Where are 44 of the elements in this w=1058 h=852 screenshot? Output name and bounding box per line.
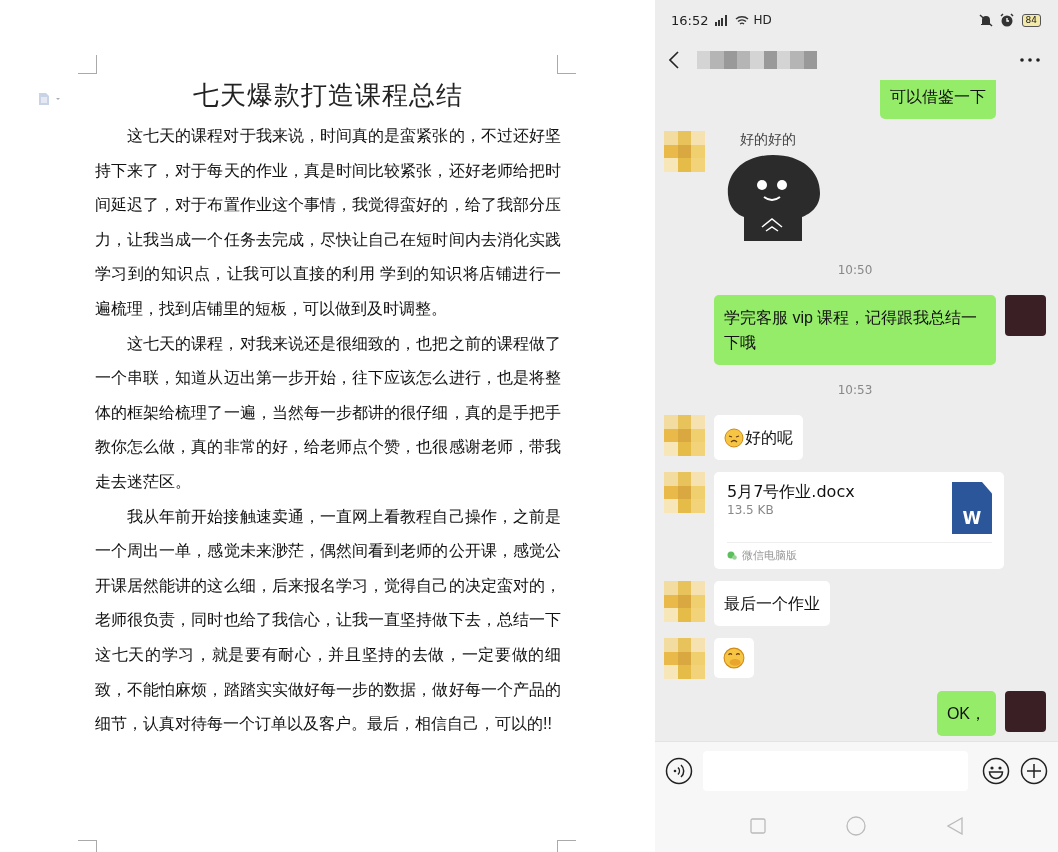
message-bubble: OK， [936,691,996,736]
emoji-icon[interactable] [982,757,1010,785]
paragraph: 这七天的课程，对我来说还是很细致的，也把之前的课程做了一个串联，知道从迈出第一步开始，往下应该怎么进行，也是将整体的框架给梳理了一遍，当然每一步都讲的很仔细，真的是手把手教你怎么做，真的非常的好，给老师点个赞，也很感谢老师，带我走去迷茫区。 [95,333,561,492]
blurred-avatar[interactable] [664,131,705,172]
margin-corner-mark [78,55,97,74]
message-bubble: 好的呢 [714,415,803,460]
file-size: 13.5 KB [727,503,775,517]
alarm-icon [999,13,1014,27]
muted-bell-icon [978,13,993,27]
message-time: 10:50 [836,263,874,277]
voice-icon[interactable] [665,757,693,785]
paragraph: 我从年前开始接触速卖通，一直网上看教程自己操作，之前是一个周出一单，感觉未来渺茫，偶然间看到老师的公开课，感觉公开课居然能讲的这么细，后来报名学习，觉得自己的决定蛮对的，老师很负责，同时也给了我信心，让我一直坚持做下去，总结一下这七天的学习，就是要有耐心，并且坚持的去做，一定要做的细致，不能怕麻烦，踏踏实实做好每一步的数据，做好每一个产品的细节，认真对待每一个订单以及客户。最后，相信自己，可以的!! [95,506,561,735]
file-card[interactable]: 5月7号作业.docx 13.5 KB W 微信电脑版 [714,472,1004,569]
chat-app-icon [727,551,737,560]
word-file-icon: W [952,482,992,534]
battery-indicator: 84 [1021,13,1041,27]
document-menu-icon[interactable] [38,93,62,105]
photo-placeholder[interactable] [1005,295,1046,336]
emoji-icon [724,427,744,448]
signal-icon [715,14,729,26]
back-nav-icon[interactable] [946,817,963,835]
status-time: 16:52 [671,12,709,28]
message-bubble: 学完客服 vip 课程，记得跟我总结一下哦 [714,295,996,365]
margin-corner-mark [557,55,576,74]
recent-apps-icon[interactable] [750,818,767,834]
blurred-avatar[interactable] [664,638,705,679]
add-icon[interactable] [1020,757,1048,785]
message-bubble: 可以借鉴一下 [880,80,996,119]
wifi-icon [735,14,750,26]
network-label: HD [753,13,772,27]
message-time: 10:53 [836,383,874,397]
home-icon[interactable] [846,816,867,836]
blurred-avatar[interactable] [664,472,705,513]
message-bubble: 最后一个作业 [714,581,830,626]
document-title: 七天爆款打造课程总结 [192,80,464,112]
file-name: 5月7号作业.docx [727,482,855,503]
blurred-avatar[interactable] [664,581,705,622]
sticker-caption: 好的好的 [739,131,796,149]
blurred-avatar[interactable] [664,415,705,456]
photo-placeholder[interactable] [1005,691,1046,732]
file-source: 微信电脑版 [742,548,797,563]
more-icon[interactable] [1020,58,1040,62]
back-icon[interactable] [669,51,679,69]
paragraph: 这七天的课程对于我来说，时间真的是蛮紧张的，不过还好坚持下来了，对于每天的作业，真是时间比较紧张，还好老师给把时间延迟了，对于布置作业这个事情，我觉得蛮好的，给了我部分压力，让我当成一个任务去完成，尽快让自己在短时间内去消化实践学习到的知识点，让我可以直接的利用 学到的知识将店铺进行一遍梳理，找到店铺里的短板，可以做到及时调整。 [95,126,561,319]
